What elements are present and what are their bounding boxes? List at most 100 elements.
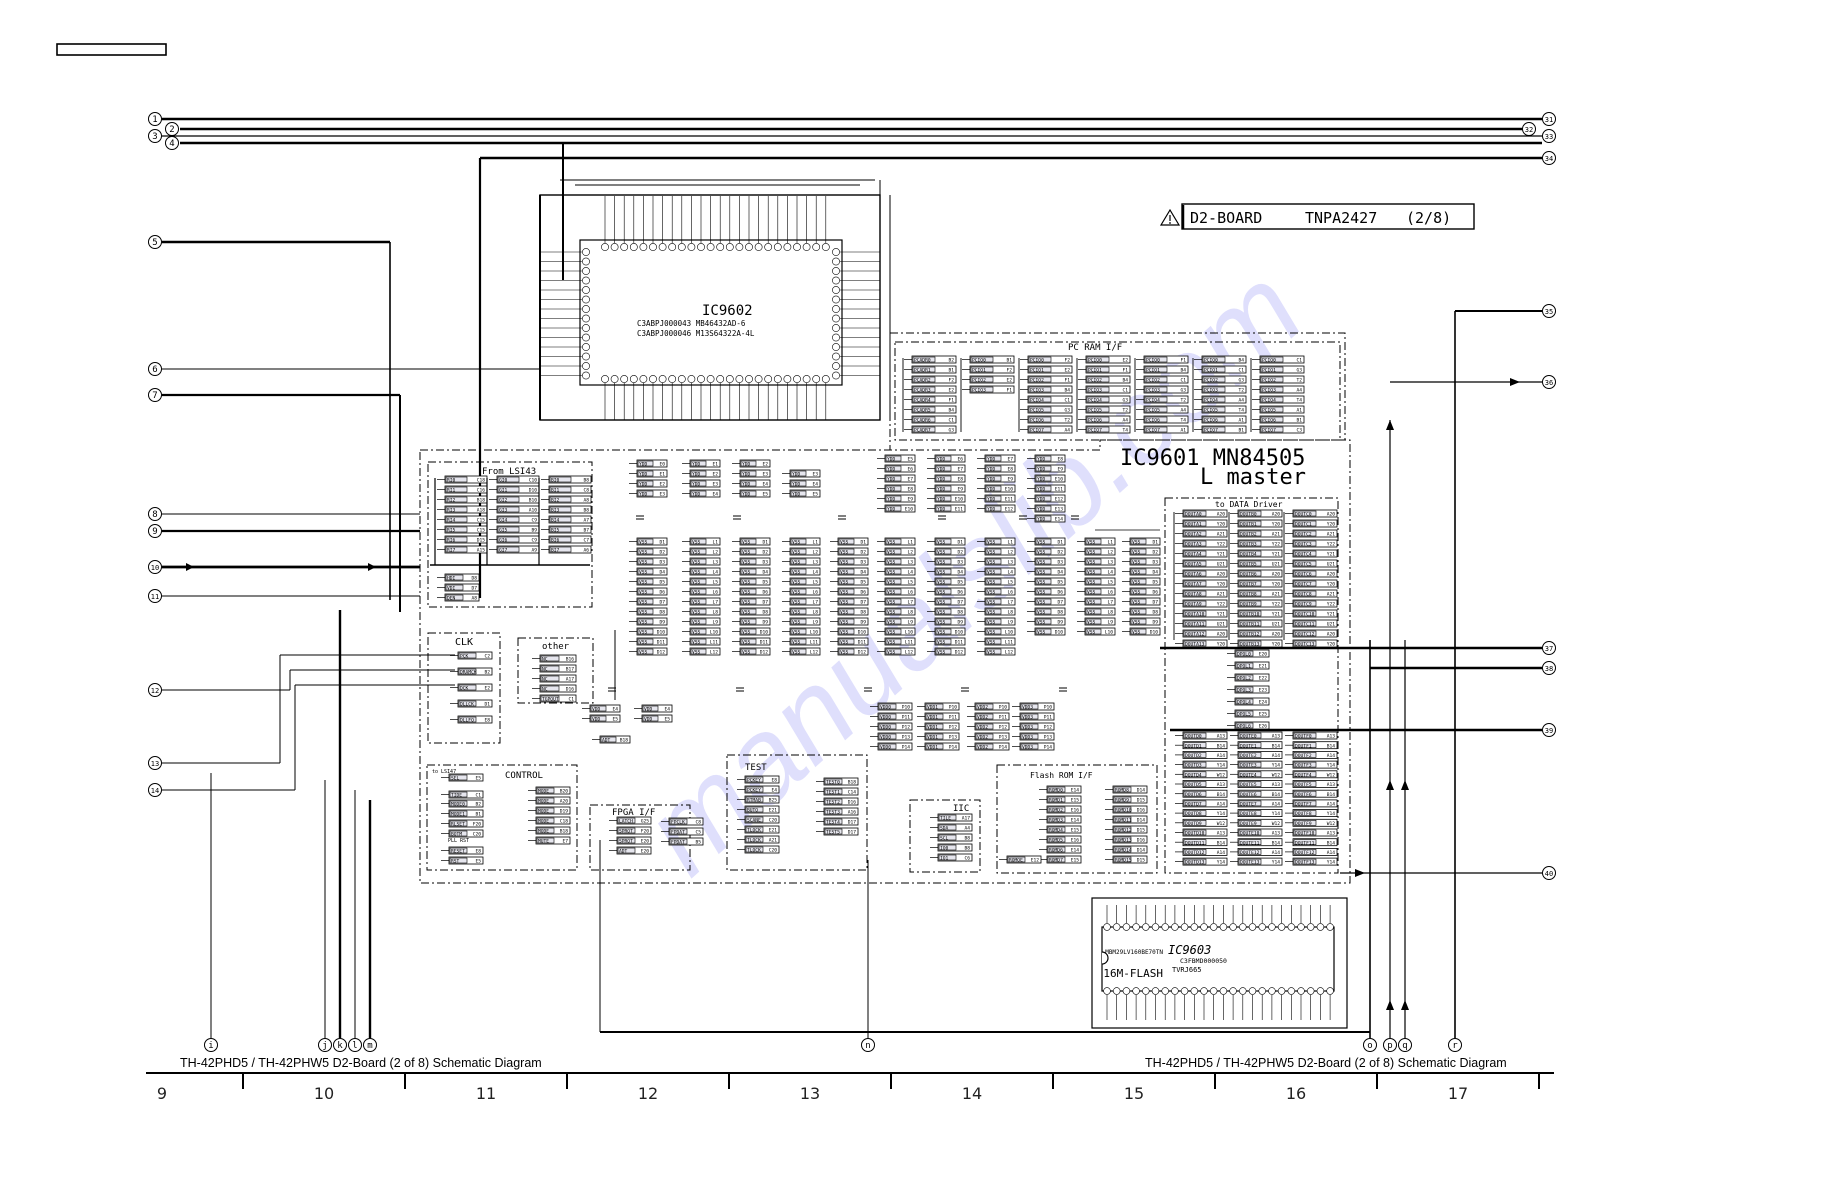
pin-label: VSS D2 (830, 547, 869, 556)
pin-number: E5 (612, 717, 618, 723)
pin-signal: VSS (840, 640, 849, 646)
pin-signal: VSS (1037, 540, 1046, 546)
pin-number: A14 (1327, 850, 1336, 856)
pin-number: B4 (948, 408, 954, 414)
pin-number: U21 (1272, 562, 1281, 568)
pin-number: A15 (477, 548, 486, 554)
pin-label: PCIO0 B1 (962, 355, 1015, 364)
pin-label: DOUTC1 Y20 (1285, 519, 1338, 528)
pin-number: P11 (949, 715, 958, 721)
pin-number: A4 (1122, 418, 1128, 424)
pin-signal: ROMD2 (1049, 808, 1063, 814)
ic-pin (1326, 987, 1334, 995)
pin-label: YDD E4 (732, 479, 771, 488)
pin-number: A4 (964, 826, 970, 832)
pin-signal: PCIO3 (1146, 388, 1160, 394)
pin-signal: PCIO3 (972, 388, 986, 394)
pin-number: C1 (1122, 388, 1128, 394)
pin-label: DLLCK D1 (450, 699, 493, 708)
pin-number: E16 (1071, 808, 1080, 814)
pin-signal: VDD3 (1022, 705, 1033, 711)
pin-label: DOUTE3 Y14 (1230, 760, 1283, 769)
pin-label: NC B17 (532, 664, 577, 673)
ic-pin (620, 243, 629, 251)
pin-label: DOUTB9 Y22 (1230, 599, 1283, 608)
pin-label: DOUTD6 B14 (1175, 789, 1228, 798)
pin-signal: DOUTE4 (1240, 772, 1257, 778)
pin-number: A1 (1180, 428, 1186, 434)
pin-number: F2 (1006, 368, 1012, 374)
pin-number: E9 (907, 497, 913, 503)
pin-signal: DOUTF8 (1295, 811, 1312, 817)
pin-signal: ROMD8 (1115, 788, 1129, 794)
pin-number: B4 (1122, 378, 1128, 384)
pin-label: VSS D9 (1027, 617, 1066, 626)
pin-label: VSS D9 (732, 617, 771, 626)
pin-number: D15 (1137, 858, 1146, 864)
pin-signal: PCIO7 (1030, 428, 1044, 434)
connector-k: k (333, 1038, 347, 1052)
pin-number: E11 (1055, 487, 1064, 493)
pin-signal: ROMD0 (1049, 788, 1063, 794)
pin-signal: DOUTC8 (1295, 592, 1312, 598)
pin-number: E5 (475, 859, 481, 865)
pin-label: PCIO5 A4 (1136, 405, 1189, 414)
pin-number: D3 (860, 560, 866, 566)
pin-number: E12 (1055, 497, 1064, 503)
pin-label: VSS L5 (782, 577, 821, 586)
pin-label: ROMD0 E14 (1039, 785, 1082, 794)
connector-label: 2 (169, 125, 174, 135)
pin-label: TEST5 D17 (816, 827, 859, 836)
pin-signal: VSS (840, 550, 849, 556)
pin-label: GI5 B9 (489, 525, 540, 534)
pin-number: G3 (1296, 368, 1302, 374)
pin-label: ADT B18 (592, 735, 631, 744)
pin-label: PCIO3 F1 (962, 385, 1015, 394)
pin-number: C1 (1296, 358, 1302, 364)
pin-number: L12 (1005, 650, 1014, 656)
pin-number: L4 (1007, 570, 1013, 576)
connector-label: 32 (1525, 126, 1533, 134)
pin-signal: TEST3 (826, 810, 840, 816)
pin-label: PCIO1 F2 (962, 365, 1015, 374)
pin-signal: DPOL1 (1237, 664, 1251, 670)
ic9603: IC9603 MBM29LV160BE70TN C3FBMD000050 16M… (1091, 897, 1348, 1029)
pin-number: F1 (948, 398, 954, 404)
pin-number: D15 (1137, 798, 1146, 804)
pin-signal: DOUTB4 (1240, 552, 1257, 558)
pin-label: DOUTD9 W12 (1175, 818, 1228, 827)
pin-signal: RI2 (447, 498, 456, 504)
connector-label: 39 (1545, 727, 1553, 735)
pin-label: PCIO1 G3 (1252, 365, 1305, 374)
pin-signal: YDD (792, 482, 801, 488)
pin-signal: DOUTF12 (1295, 850, 1315, 856)
pin-signal: DOUTF13 (1295, 860, 1315, 866)
pin-label: PCIO1 B4 (1136, 365, 1189, 374)
pin-number: E10 (1005, 487, 1014, 493)
pin-number: L11 (810, 640, 819, 646)
pin-number: A14 (1272, 753, 1281, 759)
grid-column-label: 11 (476, 1084, 496, 1103)
pin-signal: RESET (451, 849, 465, 855)
pin-signal: VSS (887, 650, 896, 656)
pin-label: VSS D1 (629, 537, 668, 546)
pin-signal: MODE (538, 789, 549, 795)
pin-number: C1 (1180, 378, 1186, 384)
pin-signal: DOUTD10 (1185, 831, 1205, 837)
pin-number: L1 (712, 540, 718, 546)
pin-signal: VSS (692, 620, 701, 626)
pin-number: A13 (1272, 831, 1281, 837)
pin-signal: VSS (1087, 630, 1096, 636)
pin-signal: YDD (887, 457, 896, 463)
pin-signal: IO0 (940, 846, 949, 852)
pin-label: MODE A20 (528, 796, 571, 805)
connector-5: 5 (148, 235, 162, 249)
pin-label: VDD2 P13 (967, 732, 1010, 741)
pin-signal: VDD0 (880, 715, 891, 721)
pin-label: VSS L9 (782, 617, 821, 626)
pin-number: L4 (907, 570, 913, 576)
ic-pin (668, 243, 677, 251)
pin-number: E9 (1007, 477, 1013, 483)
pin-number: E15 (1071, 798, 1080, 804)
ic-pin (1248, 987, 1257, 995)
